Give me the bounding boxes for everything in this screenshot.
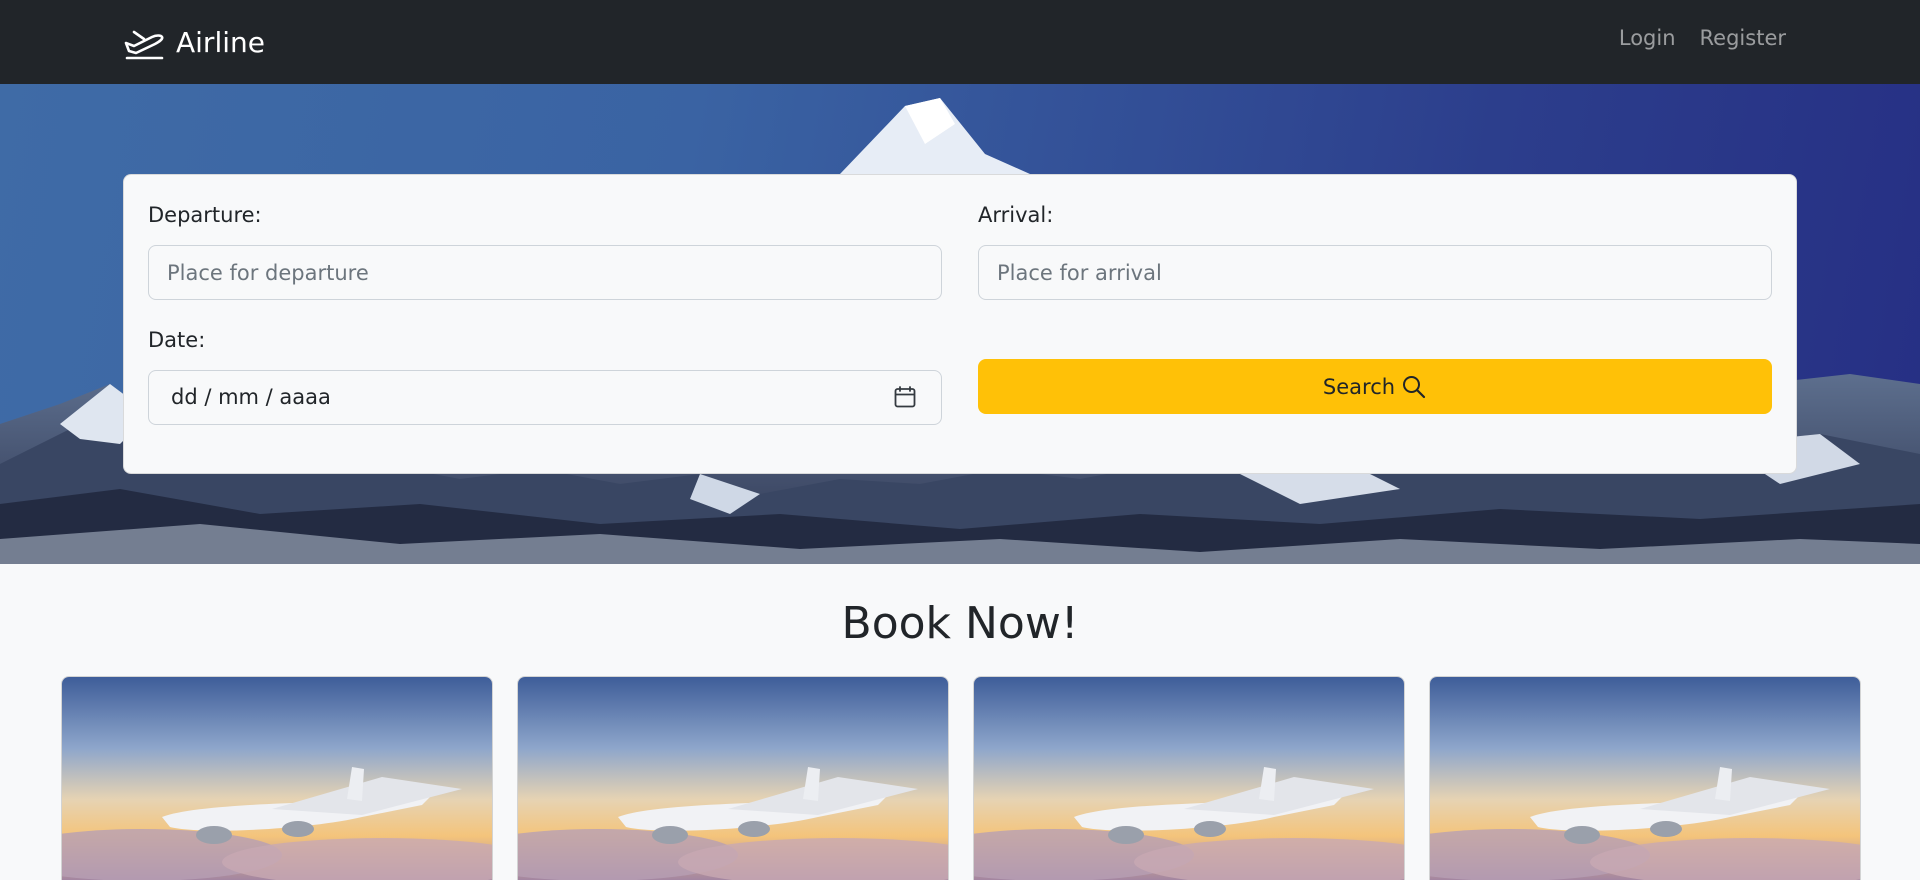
flight-card[interactable] xyxy=(973,676,1405,880)
brand-name: Airline xyxy=(176,25,265,59)
departure-input[interactable] xyxy=(148,245,942,300)
brand-link[interactable]: Airline xyxy=(124,20,265,64)
airplane-image xyxy=(1430,677,1860,880)
search-button-label: Search xyxy=(1322,374,1396,399)
airplane-takeoff-icon xyxy=(124,30,164,60)
date-label: Date: xyxy=(148,328,206,352)
arrival-label: Arrival: xyxy=(978,203,1054,227)
nav-links: Login Register xyxy=(1619,26,1786,50)
search-card: Departure: Arrival: Date: dd / mm / aaaa… xyxy=(123,174,1797,474)
register-link[interactable]: Register xyxy=(1700,26,1786,50)
flight-card[interactable] xyxy=(517,676,949,880)
calendar-icon[interactable] xyxy=(893,385,917,409)
departure-label: Departure: xyxy=(148,203,262,227)
search-button[interactable]: Search xyxy=(978,359,1772,414)
navbar: Airline Login Register xyxy=(0,0,1920,84)
airplane-image xyxy=(518,677,948,880)
date-input[interactable]: dd / mm / aaaa xyxy=(148,370,942,425)
date-value: dd / mm / aaaa xyxy=(171,385,331,409)
book-now-heading: Book Now! xyxy=(841,598,1079,649)
airplane-image xyxy=(62,677,492,880)
flight-card[interactable] xyxy=(61,676,493,880)
login-link[interactable]: Login xyxy=(1619,26,1676,50)
airplane-image xyxy=(974,677,1404,880)
search-icon xyxy=(1403,375,1426,398)
arrival-input[interactable] xyxy=(978,245,1772,300)
flight-card[interactable] xyxy=(1429,676,1861,880)
